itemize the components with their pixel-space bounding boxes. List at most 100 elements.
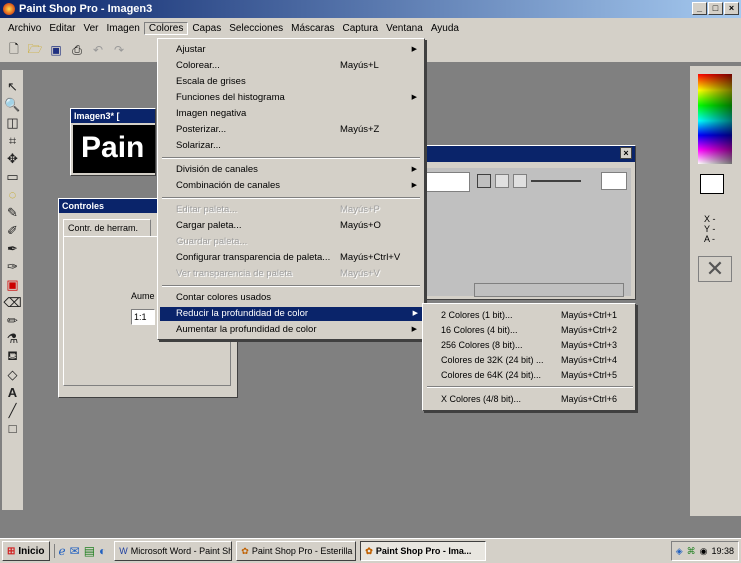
color-panel: X - Y - A - ✕ [689,66,741,516]
selection-tool-icon[interactable]: ▭ [4,168,22,185]
menu-item-escala-grises[interactable]: Escala de grises [176,75,421,89]
arrow-tool-icon[interactable]: ↖ [4,78,22,95]
lasso-tool-icon[interactable]: ◌ [4,186,22,203]
move-tool-icon[interactable]: ✥ [4,150,22,167]
horizontal-scrollbar[interactable] [474,283,624,297]
word-icon: W [119,546,128,556]
layer-palette-body [425,168,631,296]
submenu-arrow-icon: ▶ [411,166,417,173]
taskbar-item-psp-imagen[interactable]: ✿ Paint Shop Pro - Ima... [360,541,487,561]
menu-item-combinacion-canales[interactable]: Combinación de canales ▶ [176,179,421,193]
app-icon[interactable] [3,3,15,15]
text-tool-icon[interactable]: A [4,384,22,401]
close-button[interactable]: × [724,2,739,15]
taskbar-item-psp-esterilla[interactable]: ✿ Paint Shop Pro - Esterilla [236,541,357,561]
shield-icon[interactable]: ◈ [676,546,683,557]
app-title: Paint Shop Pro - Imagen3 [19,3,153,15]
title-bar: Paint Shop Pro - Imagen3 _ □ × [0,0,741,18]
desktop-icon[interactable]: ▤ [84,544,95,558]
tool-palette: ↖ 🔍 ◫ ⌗ ✥ ▭ ◌ ✎ ✐ ✒ ✑ ▣ ⌫ ✏ ⚗ ⛾ ◇ A ╱ □ [2,70,24,510]
submenu-item-256-colores[interactable]: 256 Colores (8 bit)... Mayús+Ctrl+3 [441,338,631,352]
submenu-item-x-colores[interactable]: X Colores (4/8 bit)... Mayús+Ctrl+6 [441,392,631,406]
layer-lock-icon[interactable] [495,174,509,188]
menu-ventana[interactable]: Ventana [382,23,427,34]
menu-selecciones[interactable]: Selecciones [225,23,287,34]
submenu-item-64k-colores[interactable]: Colores de 64K (24 bit)... Mayús+Ctrl+5 [441,368,631,382]
opacity-slider[interactable] [531,180,581,182]
eraser-tool-icon[interactable]: ⌫ [3,294,21,311]
undo-icon[interactable]: ↶ [90,42,106,58]
retouch-tool-icon[interactable]: ▣ [4,276,22,293]
close-icon[interactable]: × [620,147,632,159]
picture-tube-tool-icon[interactable]: ✏ [4,312,22,329]
brush-tool-icon[interactable]: ✐ [4,222,22,239]
tab-tool-controls[interactable]: Contr. de herram. [63,219,151,237]
menu-imagen[interactable]: Imagen [103,23,144,34]
menu-item-cargar-paleta[interactable]: Cargar paleta... Mayús+O [176,219,421,233]
clone-tool-icon[interactable]: ✒ [4,240,22,257]
media-icon[interactable]: ◐ [99,544,106,558]
open-folder-icon[interactable]: 🗁 [27,42,43,58]
menu-item-configurar-transparencia[interactable]: Configurar transparencia de paleta... May… [176,251,421,265]
blend-mode-select[interactable] [601,172,627,190]
taskbar-item-word[interactable]: W Microsoft Word - Paint Sh... [114,541,233,561]
zoom-field[interactable]: 1:1 [131,309,155,325]
volume-icon[interactable]: ◉ [700,546,708,557]
fill-tool-icon[interactable]: ⛾ [4,348,22,365]
image-window[interactable]: Imagen3* [ Pain [70,108,156,176]
outlook-icon[interactable]: ✉ [70,544,80,558]
pen-tool-icon[interactable]: ◇ [4,366,22,383]
layer-visibility-icon[interactable] [477,174,491,188]
taskbar: ⊞ Inicio ℯ ✉ ▤ ◐ W Microsoft Word - Paint … [0,538,741,563]
submenu-item-16-colores[interactable]: 16 Colores (4 bit)... Mayús+Ctrl+2 [441,323,631,337]
menu-mascaras[interactable]: Máscaras [287,23,338,34]
menu-item-ajustar[interactable]: Ajustar ▶ [176,43,421,57]
crop-tool-icon[interactable]: ⌗ [4,132,22,149]
redo-icon[interactable]: ↷ [111,42,127,58]
psp-icon: ✿ [365,545,373,556]
menu-item-colorear[interactable]: Colorear... Mayús+L [176,59,421,73]
line-tool-icon[interactable]: ╱ [4,402,22,419]
menu-item-guardar-paleta: Guardar paleta... [176,236,248,247]
menu-item-solarizar[interactable]: Solarizar... [176,139,421,153]
save-icon[interactable]: ▣ [48,42,64,58]
dropper-tool-icon[interactable]: ✎ [4,204,22,221]
no-style-icon[interactable]: ✕ [698,256,732,282]
start-button[interactable]: ⊞ Inicio [2,541,50,561]
menu-capas[interactable]: Capas [188,23,225,34]
internet-explorer-icon[interactable]: ℯ [59,544,66,558]
print-icon[interactable]: ⎙ [69,42,85,58]
layer-palette-window[interactable]: × [420,145,636,300]
layer-mask-icon[interactable] [513,174,527,188]
menu-editar[interactable]: Editar [45,23,79,34]
menu-ver[interactable]: Ver [79,23,102,34]
foreground-swatch[interactable] [700,174,724,194]
airbrush-tool-icon[interactable]: ⚗ [4,330,22,347]
menu-item-contar-colores[interactable]: Contar colores usados [176,291,421,305]
submenu-item-32k-colores[interactable]: Colores de 32K (24 bit) ... Mayús+Ctrl+4 [441,353,631,367]
menu-archivo[interactable]: Archivo [4,23,45,34]
image-window-title: Imagen3* [ [71,109,155,123]
submenu-item-2-colores[interactable]: 2 Colores (1 bit)... Mayús+Ctrl+1 [441,308,631,322]
new-file-icon[interactable]: 🗋 [6,42,22,58]
network-icon[interactable]: ⌘ [687,546,696,557]
maximize-button[interactable]: □ [708,2,723,15]
menu-ayuda[interactable]: Ayuda [427,23,463,34]
menu-item-histograma[interactable]: Funciones del histograma ▶ [176,91,421,105]
minimize-button[interactable]: _ [692,2,707,15]
clock[interactable]: 19:38 [711,546,734,556]
deform-tool-icon[interactable]: ◫ [4,114,22,131]
menu-separator [162,197,420,199]
menu-item-aumentar-profundidad[interactable]: Aumentar la profundidad de color ▶ [176,323,421,337]
menu-item-negativa[interactable]: Imagen negativa [176,107,421,121]
menu-item-reducir-profundidad[interactable]: Reducir la profundidad de color ▶ [160,307,422,321]
shape-tool-icon[interactable]: □ [4,420,22,437]
zoom-tool-icon[interactable]: 🔍 [4,96,22,113]
menu-captura[interactable]: Captura [339,23,383,34]
color-replace-tool-icon[interactable]: ✑ [4,258,22,275]
menu-item-division-canales[interactable]: División de canales ▶ [176,163,421,177]
menu-colores[interactable]: Colores [143,21,189,35]
reduce-depth-submenu: 2 Colores (1 bit)... Mayús+Ctrl+1 16 Colo… [422,303,636,411]
menu-item-posterizar[interactable]: Posterizar... Mayús+Z [176,123,421,137]
image-canvas[interactable]: Pain [73,125,155,173]
